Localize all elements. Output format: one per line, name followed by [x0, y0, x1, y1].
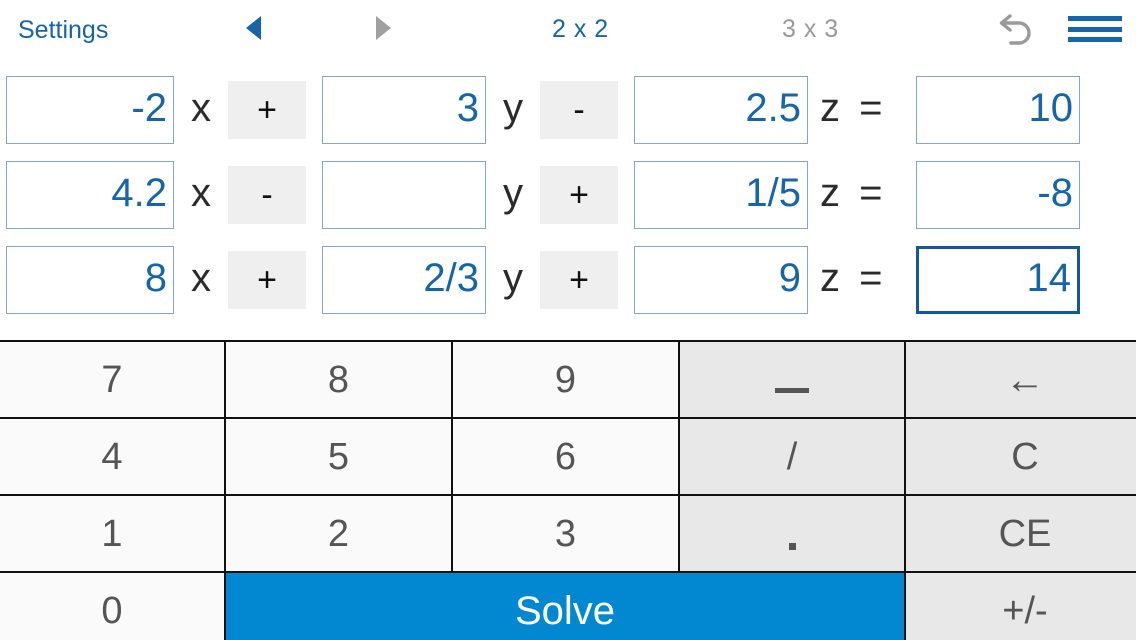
underscore-icon	[775, 388, 809, 393]
key-decimal[interactable]	[680, 496, 904, 571]
numeric-keypad: 7 8 9 ← 4 5 6 / C 1 2 3 CE 0 Solve +/-	[0, 340, 1136, 640]
y-coefficient-input[interactable]	[322, 161, 486, 229]
equation-row: -2 x + 3 y - 2.5 z = 10	[0, 74, 1136, 146]
key-4[interactable]: 4	[0, 419, 224, 494]
key-divide[interactable]: /	[680, 419, 904, 494]
decimal-point-icon	[788, 543, 796, 550]
y-variable-label: y	[503, 171, 523, 215]
x-variable-label: x	[191, 86, 211, 130]
key-9[interactable]: 9	[453, 342, 678, 417]
key-clear[interactable]: C	[906, 419, 1136, 494]
z-equals-label: z =	[820, 86, 887, 130]
x-coefficient-input[interactable]: -2	[6, 76, 174, 144]
z-equals-label: z =	[820, 256, 887, 300]
equation-row: 4.2 x - y + 1/5 z = -8	[0, 159, 1136, 231]
y-variable-label: y	[503, 256, 523, 300]
key-3[interactable]: 3	[453, 496, 678, 571]
key-6[interactable]: 6	[453, 419, 678, 494]
key-clear-entry[interactable]: CE	[906, 496, 1136, 571]
operator-1-button[interactable]: +	[228, 251, 306, 309]
x-variable-label: x	[191, 256, 211, 300]
solve-button[interactable]: Solve	[226, 573, 904, 640]
x-coefficient-input[interactable]: 8	[6, 246, 174, 314]
z-equals-label: z =	[820, 171, 887, 215]
operator-1-button[interactable]: +	[228, 81, 306, 139]
z-coefficient-input[interactable]: 9	[634, 246, 808, 314]
y-coefficient-input[interactable]: 3	[322, 76, 486, 144]
key-backspace[interactable]: ←	[906, 342, 1136, 417]
menu-line-3	[1068, 37, 1122, 42]
y-coefficient-input[interactable]: 2/3	[322, 246, 486, 314]
operator-2-button[interactable]: -	[540, 81, 618, 139]
top-toolbar: Settings 2 x 2 3 x 3	[0, 0, 1136, 58]
tab-3x3[interactable]: 3 x 3	[782, 15, 839, 44]
result-input[interactable]: 10	[916, 76, 1080, 144]
key-sign-toggle[interactable]: +/-	[906, 573, 1136, 640]
x-coefficient-input[interactable]: 4.2	[6, 161, 174, 229]
arrow-left-icon[interactable]	[246, 16, 261, 40]
z-coefficient-input[interactable]: 2.5	[634, 76, 808, 144]
key-0[interactable]: 0	[0, 573, 224, 640]
backspace-arrow-icon: ←	[1005, 357, 1045, 402]
key-1[interactable]: 1	[0, 496, 224, 571]
key-2[interactable]: 2	[226, 496, 451, 571]
tab-2x2[interactable]: 2 x 2	[552, 15, 609, 44]
equation-row: 8 x + 2/3 y + 9 z = 14	[0, 244, 1136, 316]
equation-system: -2 x + 3 y - 2.5 z = 10 4.2 x - y + 1/5 …	[0, 58, 1136, 338]
result-input[interactable]: 14	[916, 246, 1080, 314]
key-8[interactable]: 8	[226, 342, 451, 417]
settings-button[interactable]: Settings	[18, 16, 108, 45]
z-coefficient-input[interactable]: 1/5	[634, 161, 808, 229]
result-input[interactable]: -8	[916, 161, 1080, 229]
operator-2-button[interactable]: +	[540, 251, 618, 309]
linear-equation-solver-app: Settings 2 x 2 3 x 3 -2 x + 3 y - 2.5 z …	[0, 0, 1136, 640]
key-5[interactable]: 5	[226, 419, 451, 494]
key-7[interactable]: 7	[0, 342, 224, 417]
x-variable-label: x	[191, 171, 211, 215]
operator-1-button[interactable]: -	[228, 166, 306, 224]
undo-icon[interactable]	[994, 10, 1036, 48]
menu-line-1	[1068, 16, 1122, 21]
menu-line-2	[1068, 26, 1122, 32]
key-underscore[interactable]	[680, 342, 904, 417]
hamburger-menu-icon[interactable]	[1068, 16, 1122, 42]
y-variable-label: y	[503, 86, 523, 130]
arrow-right-icon[interactable]	[376, 16, 391, 40]
operator-2-button[interactable]: +	[540, 166, 618, 224]
